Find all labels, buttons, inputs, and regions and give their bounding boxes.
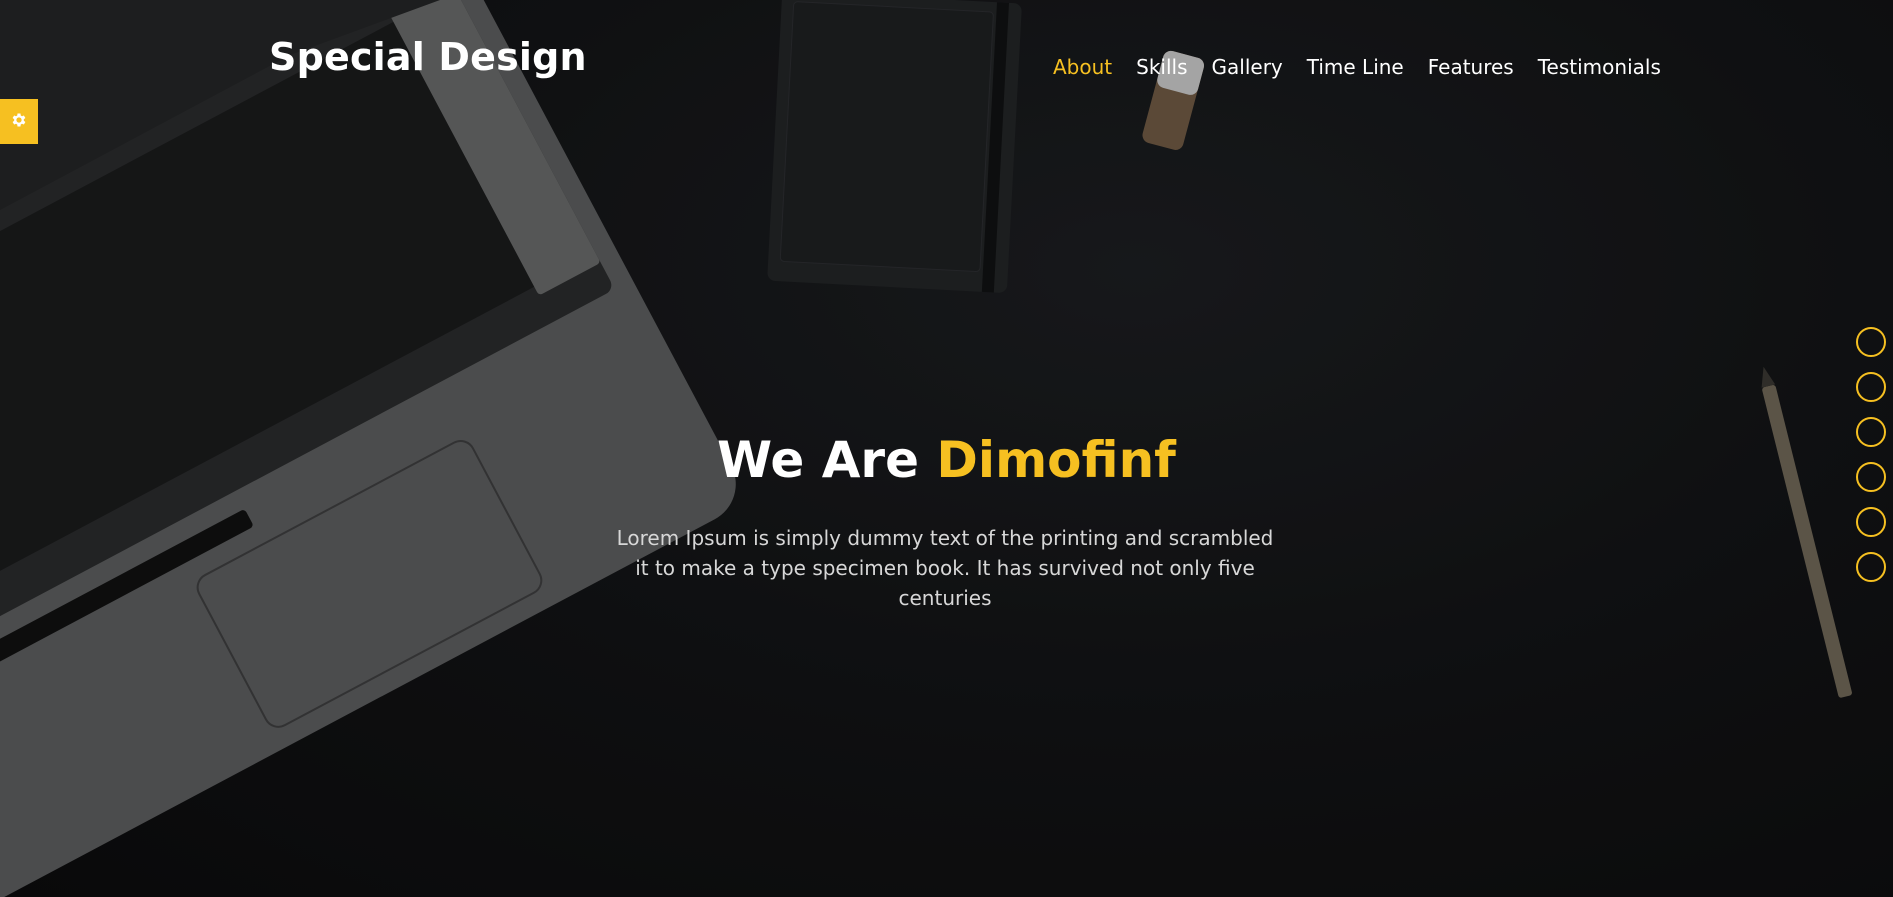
- bullet-skills[interactable]: [1856, 372, 1886, 402]
- bullet-time-line[interactable]: [1856, 462, 1886, 492]
- bullet-gallery[interactable]: [1856, 417, 1886, 447]
- hero-description: Lorem Ipsum is simply dummy text of the …: [616, 526, 1274, 610]
- gear-icon: [10, 111, 28, 133]
- nav-link-features[interactable]: Features: [1428, 55, 1514, 79]
- site-logo[interactable]: Special Design: [269, 35, 587, 79]
- nav-link-gallery[interactable]: Gallery: [1212, 55, 1283, 79]
- section-bullets: [1856, 327, 1886, 597]
- nav-link-time-line[interactable]: Time Line: [1307, 55, 1404, 79]
- bullet-testimonials[interactable]: [1856, 552, 1886, 582]
- bullet-about[interactable]: [1856, 327, 1886, 357]
- bullet-features[interactable]: [1856, 507, 1886, 537]
- nav-link-about[interactable]: About: [1053, 55, 1112, 79]
- hero-title-accent: Dimofinf: [936, 431, 1176, 489]
- main-nav: About Skills Gallery Time Line Features …: [1053, 55, 1661, 79]
- hero-title: We Are Dimofinf: [0, 430, 1893, 490]
- hero-title-prefix: We Are: [717, 431, 919, 489]
- nav-link-testimonials[interactable]: Testimonials: [1538, 55, 1661, 79]
- settings-toggle-button[interactable]: [0, 99, 38, 144]
- nav-link-skills[interactable]: Skills: [1136, 55, 1187, 79]
